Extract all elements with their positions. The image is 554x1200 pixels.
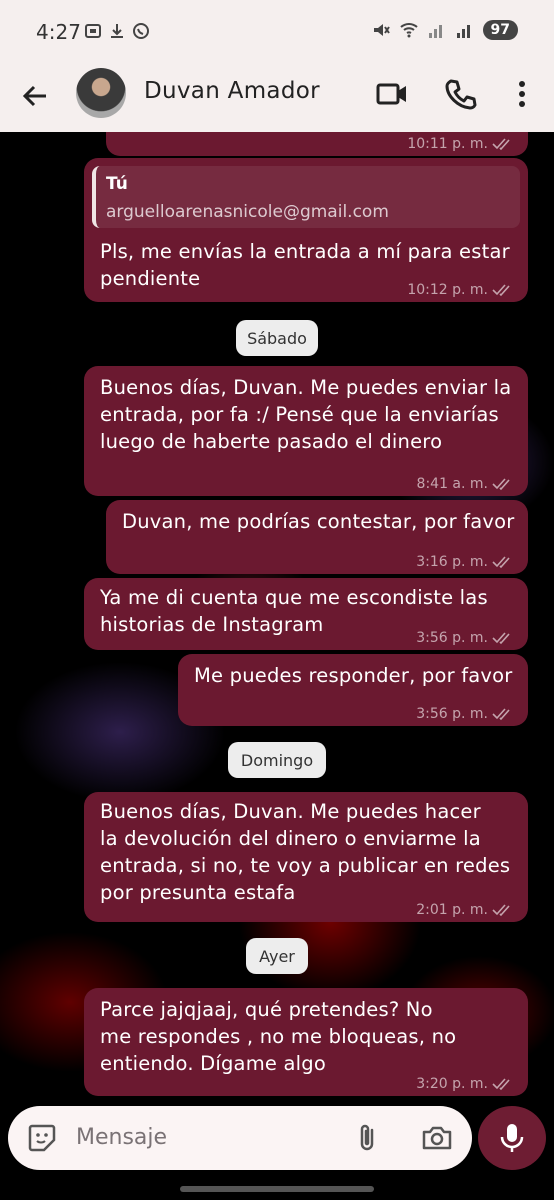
read-ticks-icon — [492, 478, 510, 491]
message-time: 10:12 p. m. — [407, 282, 488, 298]
message-time: 3:56 p. m. — [416, 706, 488, 722]
message-meta: 8:41 a. m. — [417, 476, 514, 492]
message-bubble[interactable]: Me puedes responder, por favor 3:56 p. m… — [178, 654, 528, 726]
emoji-sticker-icon[interactable] — [26, 1122, 58, 1154]
message-line: Ya me di cuenta que me escondiste las — [100, 586, 488, 609]
message-line: Buenos días, Duvan. Me puedes enviar la — [100, 376, 512, 399]
gesture-bar — [180, 1186, 374, 1192]
message-meta: 3:20 p. m. — [416, 1076, 514, 1092]
chat-area[interactable]: 10:11 p. m. Tú arguelloarenasnicole@gmai… — [0, 132, 554, 1100]
contact-name[interactable]: Duvan Amador — [144, 78, 320, 104]
message-line: Me puedes responder, por favor — [194, 664, 513, 687]
back-arrow-icon[interactable] — [18, 78, 54, 114]
read-ticks-icon — [492, 138, 510, 151]
message-meta: 3:56 p. m. — [416, 630, 514, 646]
signal-icon-2 — [456, 25, 470, 38]
read-ticks-icon — [492, 1078, 510, 1091]
message-line: entrada, si no, te voy a publicar en red… — [100, 854, 511, 877]
wifi-icon — [399, 23, 418, 38]
message-line: entrada, por fa :/ Pensé que la enviaría… — [100, 403, 499, 426]
video-call-icon[interactable] — [374, 76, 410, 112]
message-line: me respondes , no me bloqueas, no — [100, 1025, 457, 1048]
message-bubble[interactable]: Tú arguelloarenasnicole@gmail.com Pls, m… — [84, 158, 528, 302]
read-ticks-icon — [492, 632, 510, 645]
message-meta: 3:16 p. m. — [416, 554, 514, 570]
message-meta: 10:12 p. m. — [407, 282, 514, 298]
message-bubble[interactable]: Buenos días, Duvan. Me puedes hacer la d… — [84, 792, 528, 922]
message-time: 10:11 p. m. — [407, 136, 488, 152]
message-bubble[interactable]: Parce jajqjaaj, qué pretendes? No me res… — [84, 988, 528, 1096]
voice-message-button[interactable] — [478, 1106, 546, 1170]
message-time: 2:01 p. m. — [416, 902, 488, 918]
quoted-message[interactable]: Tú arguelloarenasnicole@gmail.com — [92, 166, 520, 228]
message-line: Buenos días, Duvan. Me puedes hacer — [100, 800, 481, 823]
message-text: Buenos días, Duvan. Me puedes hacer la d… — [100, 798, 510, 906]
message-line: entiendo. Dígame algo — [100, 1052, 326, 1075]
day-separator: Ayer — [246, 938, 308, 974]
message-time: 3:20 p. m. — [416, 1076, 488, 1092]
status-bar: 4:27 97 — [0, 0, 554, 64]
chat-header: Duvan Amador — [0, 64, 554, 132]
read-ticks-icon — [492, 284, 510, 297]
message-line: la devolución del dinero o enviarme la — [100, 827, 481, 850]
screenshot-icon — [85, 24, 101, 38]
message-text: Duvan, me podrías contestar, por favor — [122, 508, 515, 535]
message-time: 8:41 a. m. — [416, 476, 488, 492]
status-time: 4:27 — [36, 20, 81, 44]
message-input[interactable]: Mensaje — [8, 1106, 472, 1170]
message-line: Parce jajqjaaj, qué pretendes? No — [100, 998, 433, 1021]
avatar[interactable] — [76, 68, 126, 118]
message-line: Duvan, me podrías contestar, por favor — [122, 510, 515, 533]
composer-bar: Mensaje — [0, 1100, 554, 1200]
message-line: luego de haberte pasado el dinero — [100, 430, 443, 453]
message-line: Pls, me envías la entrada a mí para esta… — [100, 240, 510, 263]
more-options-icon[interactable] — [504, 76, 540, 112]
download-icon — [111, 24, 123, 38]
read-ticks-icon — [492, 556, 510, 569]
read-ticks-icon — [492, 904, 510, 917]
read-ticks-icon — [492, 708, 510, 721]
message-bubble[interactable]: Duvan, me podrías contestar, por favor 3… — [106, 500, 528, 574]
signal-icon — [428, 25, 442, 38]
notification-icons — [84, 22, 150, 40]
quote-author: Tú — [106, 174, 128, 194]
battery-level: 97 — [482, 20, 518, 40]
message-meta: 10:11 p. m. — [407, 136, 514, 152]
attach-icon[interactable] — [352, 1122, 384, 1154]
message-bubble[interactable]: 10:11 p. m. — [106, 132, 528, 156]
message-meta: 2:01 p. m. — [416, 902, 514, 918]
message-time: 3:16 p. m. — [416, 554, 488, 570]
message-placeholder[interactable]: Mensaje — [76, 1125, 167, 1150]
message-text: Me puedes responder, por favor — [194, 662, 513, 689]
message-text: Buenos días, Duvan. Me puedes enviar la … — [100, 374, 511, 455]
day-separator: Domingo — [228, 742, 326, 778]
camera-icon[interactable] — [420, 1122, 454, 1154]
mute-icon — [373, 24, 390, 36]
quote-text: arguelloarenasnicole@gmail.com — [106, 202, 389, 222]
phone-icon[interactable] — [442, 76, 478, 112]
day-separator: Sábado — [236, 320, 318, 356]
message-time: 3:56 p. m. — [416, 630, 488, 646]
whatsapp-icon — [133, 23, 149, 39]
message-text: Parce jajqjaaj, qué pretendes? No me res… — [100, 996, 456, 1077]
message-bubble[interactable]: Ya me di cuenta que me escondiste las hi… — [84, 578, 528, 650]
message-bubble[interactable]: Buenos días, Duvan. Me puedes enviar la … — [84, 366, 528, 496]
message-meta: 3:56 p. m. — [416, 706, 514, 722]
system-icons: 97 — [371, 20, 518, 40]
mic-icon — [500, 1124, 524, 1152]
